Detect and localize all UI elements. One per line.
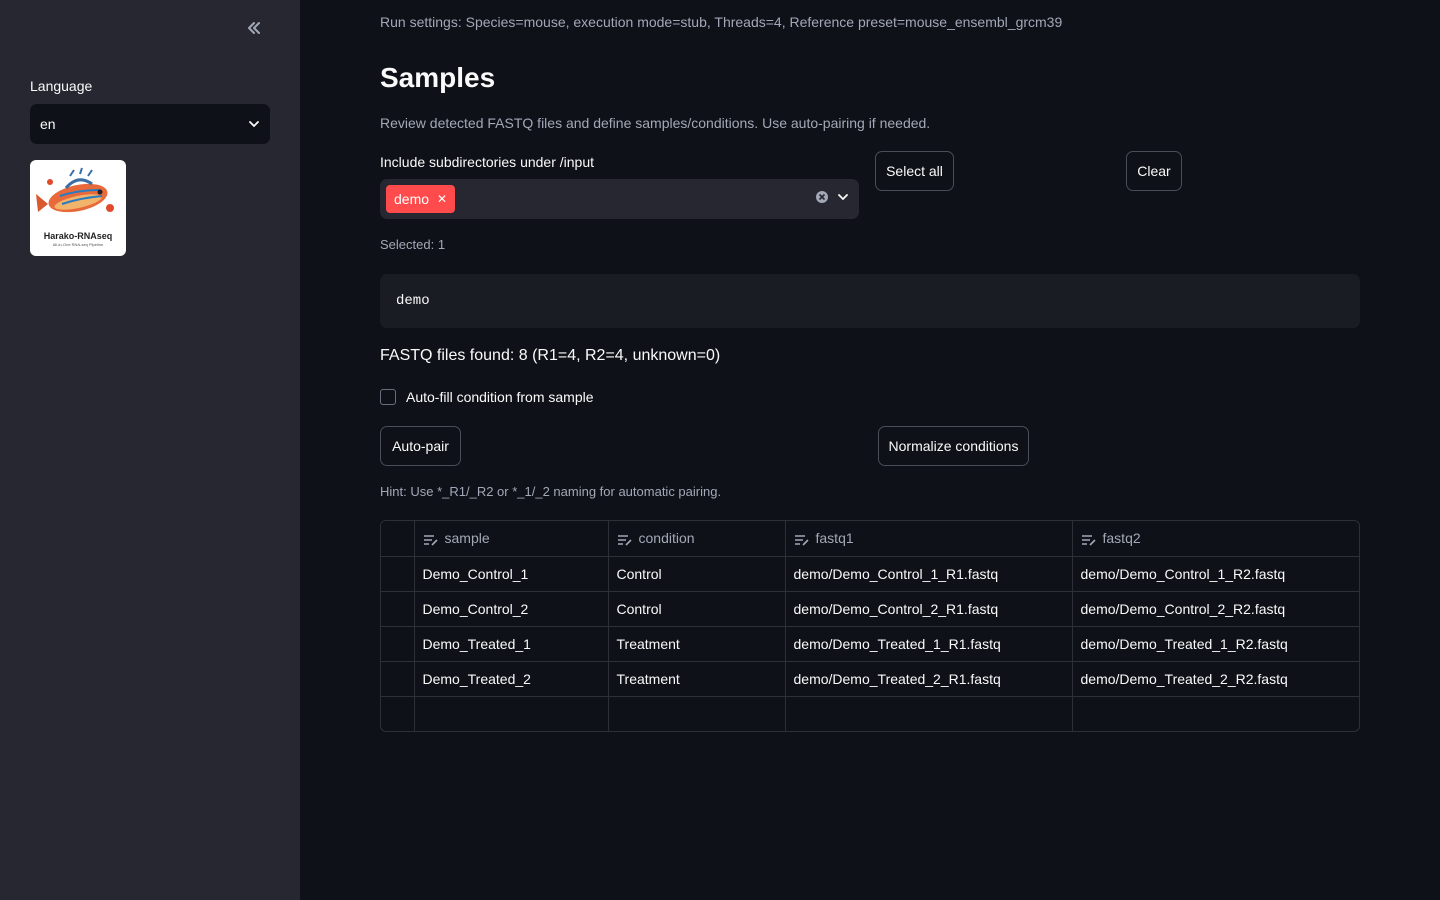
column-header-label: fastq1 — [815, 530, 854, 547]
app-logo: Harako-RNAseq All-in-One RNA-seq Pipelin… — [30, 160, 126, 256]
autofill-condition-checkbox[interactable]: Auto-fill condition from sample — [380, 389, 594, 405]
index-header — [381, 521, 415, 557]
new-row-cell[interactable] — [785, 696, 1073, 731]
cell-fastq2[interactable]: demo/Demo_Treated_1_R2.fastq — [1072, 626, 1359, 662]
row-index-cell[interactable] — [381, 556, 415, 592]
new-row-index-cell[interactable] — [381, 696, 415, 731]
page-title: Samples — [380, 62, 496, 93]
pairing-hint-text: Hint: Use *_R1/_R2 or *_1/_2 naming for … — [380, 484, 722, 499]
selected-code-text: demo — [396, 293, 430, 309]
row-index-cell[interactable] — [381, 591, 415, 627]
editable-text-column-icon — [1081, 534, 1096, 546]
double-chevron-left-icon — [248, 22, 260, 34]
new-row[interactable] — [381, 696, 1359, 731]
subdir-multiselect[interactable]: demo ✕ — [380, 179, 859, 219]
page-caption: Review detected FASTQ files and define s… — [380, 115, 931, 131]
cell-sample[interactable]: Demo_Treated_2 — [414, 661, 609, 697]
cell-fastq2[interactable]: demo/Demo_Control_1_R2.fastq — [1072, 556, 1359, 592]
table-row: Demo_Control_1 Control demo/Demo_Control… — [381, 556, 1359, 592]
fastq-found-text: FASTQ files found: 8 (R1=4, R2=4, unknow… — [380, 347, 721, 364]
language-select[interactable]: en — [30, 104, 270, 144]
column-header-fastq1[interactable]: fastq1 — [785, 521, 1073, 557]
logo-name-text: Harako-RNAseq — [43, 231, 113, 241]
run-settings-text: Run settings: Species=mouse, execution m… — [380, 14, 1063, 30]
remove-tag-icon[interactable]: ✕ — [437, 192, 447, 206]
clear-button[interactable]: Clear — [1126, 151, 1182, 191]
column-header-condition[interactable]: condition — [608, 521, 786, 557]
cell-fastq1[interactable]: demo/Demo_Treated_2_R1.fastq — [785, 661, 1073, 697]
column-header-fastq2[interactable]: fastq2 — [1072, 521, 1359, 557]
chevron-down-icon[interactable] — [837, 190, 849, 208]
auto-pair-button[interactable]: Auto-pair — [380, 426, 461, 466]
table-row: Demo_Treated_2 Treatment demo/Demo_Treat… — [381, 661, 1359, 697]
collapse-sidebar-button[interactable] — [240, 18, 268, 42]
normalize-conditions-button[interactable]: Normalize conditions — [878, 426, 1029, 466]
row-index-cell[interactable] — [381, 626, 415, 662]
logo-tagline-text: All-in-One RNA-seq Pipeline — [52, 242, 104, 247]
cell-sample[interactable]: Demo_Treated_1 — [414, 626, 609, 662]
cell-sample[interactable]: Demo_Control_1 — [414, 556, 609, 592]
checkbox-box[interactable] — [380, 389, 396, 405]
cell-fastq1[interactable]: demo/Demo_Control_2_R1.fastq — [785, 591, 1073, 627]
column-header-sample[interactable]: sample — [414, 521, 609, 557]
select-all-button[interactable]: Select all — [875, 151, 954, 191]
selected-code-block: demo — [380, 274, 1360, 328]
cell-condition[interactable]: Control — [608, 556, 786, 592]
cell-condition[interactable]: Treatment — [608, 626, 786, 662]
tag-label: demo — [394, 191, 430, 207]
new-row-cell[interactable] — [1072, 696, 1359, 731]
main-content: Run settings: Species=mouse, execution m… — [380, 0, 1360, 900]
clear-all-icon[interactable] — [815, 190, 829, 209]
table-header-row: sample condition fastq1 fastq2 — [381, 521, 1359, 557]
fish-logo-icon — [36, 167, 114, 213]
subdir-multiselect-label: Include subdirectories under /input — [380, 154, 595, 170]
editable-text-column-icon — [794, 534, 809, 546]
samples-data-editor[interactable]: sample condition fastq1 fastq2 Demo_Cont… — [380, 520, 1360, 732]
table-row: Demo_Control_2 Control demo/Demo_Control… — [381, 591, 1359, 627]
cell-fastq2[interactable]: demo/Demo_Treated_2_R2.fastq — [1072, 661, 1359, 697]
cell-fastq1[interactable]: demo/Demo_Treated_1_R1.fastq — [785, 626, 1073, 662]
cell-condition[interactable]: Treatment — [608, 661, 786, 697]
cell-condition[interactable]: Control — [608, 591, 786, 627]
column-header-label: fastq2 — [1102, 530, 1141, 547]
new-row-cell[interactable] — [608, 696, 786, 731]
editable-text-column-icon — [423, 534, 438, 546]
selected-count-text: Selected: 1 — [380, 237, 446, 252]
editable-text-column-icon — [617, 534, 632, 546]
column-header-label: condition — [638, 530, 695, 547]
column-header-label: sample — [444, 530, 490, 547]
new-row-cell[interactable] — [414, 696, 609, 731]
selected-tag-demo[interactable]: demo ✕ — [386, 185, 456, 213]
row-index-cell[interactable] — [381, 661, 415, 697]
table-row: Demo_Treated_1 Treatment demo/Demo_Treat… — [381, 626, 1359, 662]
cell-fastq1[interactable]: demo/Demo_Control_1_R1.fastq — [785, 556, 1073, 592]
language-select-value: en — [40, 116, 56, 132]
autofill-condition-label: Auto-fill condition from sample — [406, 389, 594, 405]
chevron-down-icon — [248, 118, 260, 130]
cell-sample[interactable]: Demo_Control_2 — [414, 591, 609, 627]
sidebar: Language en Harako-RNAseq All-in-One RNA… — [0, 0, 300, 900]
cell-fastq2[interactable]: demo/Demo_Control_2_R2.fastq — [1072, 591, 1359, 627]
language-label: Language — [30, 78, 93, 94]
